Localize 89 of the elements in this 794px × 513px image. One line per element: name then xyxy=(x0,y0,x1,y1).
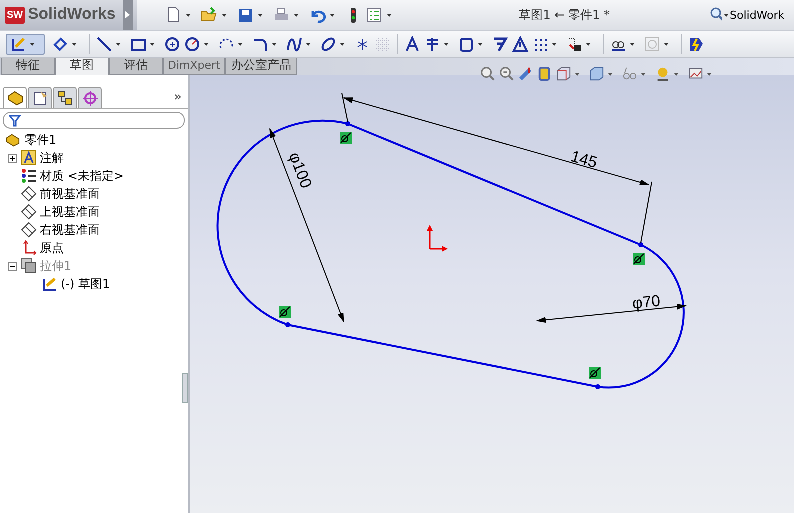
menu-expand-button[interactable] xyxy=(122,0,133,30)
tree-item[interactable]: 材质 <未指定> xyxy=(40,168,124,184)
window-title: 草图1 ← 零件1 * xyxy=(519,6,610,24)
sketch-icon xyxy=(10,36,27,52)
dropdown-caret-icon[interactable] xyxy=(72,42,77,46)
dropdown-caret-icon[interactable] xyxy=(186,14,191,16)
dropdown-caret-icon xyxy=(30,42,35,46)
plane-icon xyxy=(21,204,37,220)
expand-toggle[interactable] xyxy=(8,154,16,162)
tree-item[interactable]: (-) 草图1 xyxy=(61,276,110,292)
feature-tree-icon xyxy=(6,90,24,106)
extrude-icon xyxy=(21,258,37,274)
material-icon xyxy=(21,168,37,184)
warning-icon[interactable] xyxy=(512,36,529,52)
tree-item[interactable]: 上视基准面 xyxy=(40,204,100,220)
dropdown-caret-icon[interactable] xyxy=(204,42,209,46)
app-name: SolidWorks xyxy=(28,6,116,24)
dropdown-caret-icon[interactable] xyxy=(478,42,483,46)
zoom-area-icon[interactable] xyxy=(499,66,515,82)
line-icon[interactable] xyxy=(96,36,113,52)
circle-icon[interactable] xyxy=(184,36,201,52)
tree-item[interactable]: 拉伸1 xyxy=(40,258,72,274)
dimension-label[interactable]: φ70 xyxy=(632,293,662,313)
command-tab[interactable]: 评估 xyxy=(109,58,163,75)
dropdown-caret-icon[interactable] xyxy=(630,42,635,46)
dropdown-caret-icon[interactable] xyxy=(150,42,155,46)
filter-icon xyxy=(9,114,21,126)
tangent-relation-icon xyxy=(340,132,352,144)
lights-icon[interactable] xyxy=(655,66,671,82)
dropdown-caret-icon[interactable] xyxy=(552,42,557,46)
tangent-relation-icon xyxy=(589,367,601,379)
tangent-relation-icon xyxy=(279,306,291,318)
configuration-icon xyxy=(56,90,74,106)
save-icon[interactable] xyxy=(236,6,254,24)
command-tab[interactable]: 草图 xyxy=(55,58,109,75)
dropdown-caret-icon[interactable] xyxy=(586,42,591,46)
plane-icon xyxy=(21,222,37,238)
plane-icon xyxy=(21,186,37,202)
dropdown-caret-icon[interactable] xyxy=(724,14,728,16)
ellipse-icon[interactable] xyxy=(320,36,337,52)
dimension-label[interactable]: φ100 xyxy=(285,150,314,192)
filter-field[interactable] xyxy=(3,112,185,129)
dropdown-caret-icon[interactable] xyxy=(238,42,243,46)
configuration-tab[interactable] xyxy=(53,87,77,108)
glasses-icon[interactable] xyxy=(622,66,638,82)
spline-icon[interactable] xyxy=(286,36,303,52)
dropdown-caret-icon[interactable] xyxy=(664,42,669,46)
dropdown-caret-icon[interactable] xyxy=(258,14,263,16)
crosshair-tab[interactable] xyxy=(78,87,102,108)
part-icon xyxy=(4,132,21,148)
view-orientation-icon[interactable] xyxy=(556,66,572,82)
annotation-icon xyxy=(21,150,37,166)
command-tab[interactable]: 办公室产品 xyxy=(225,58,298,75)
logo-badge: SW xyxy=(5,6,26,24)
dropdown-caret-icon[interactable] xyxy=(306,42,311,46)
command-tab[interactable]: 特征 xyxy=(1,58,55,75)
quick-snap-icon[interactable] xyxy=(688,36,705,52)
dropdown-caret-icon[interactable] xyxy=(222,14,227,16)
tree-item[interactable]: 前视基准面 xyxy=(40,186,100,202)
triangle-icon xyxy=(125,11,130,19)
text-icon[interactable] xyxy=(404,36,421,52)
dropdown-caret-icon[interactable] xyxy=(272,42,277,46)
dropdown-caret-icon[interactable] xyxy=(340,42,345,46)
expand-toggle[interactable] xyxy=(8,262,16,270)
dropdown-caret-icon[interactable] xyxy=(116,42,121,46)
display-style-icon[interactable] xyxy=(589,66,605,82)
dimension-label[interactable]: 145 xyxy=(568,148,600,172)
feature-tree-tab[interactable] xyxy=(3,87,27,108)
origin-icon xyxy=(427,225,448,252)
more-tabs-button[interactable]: » xyxy=(174,90,182,104)
tree-item[interactable]: 原点 xyxy=(40,240,64,256)
sketch-icon xyxy=(42,276,58,292)
options-icon[interactable] xyxy=(366,6,383,24)
tangent-relation-icon xyxy=(633,253,645,265)
tree-item[interactable]: 零件1 xyxy=(25,132,57,148)
command-tab[interactable]: DimXpert xyxy=(163,58,226,75)
dropdown-caret-icon[interactable] xyxy=(444,42,449,46)
dropdown-caret-icon[interactable] xyxy=(294,14,299,16)
search-field[interactable]: SolidWork xyxy=(710,7,794,23)
origin-icon xyxy=(21,240,37,256)
search-icon xyxy=(710,7,722,23)
dropdown-caret-icon[interactable] xyxy=(330,14,335,16)
zoom-fit-icon[interactable] xyxy=(480,66,496,82)
tree-item[interactable]: 右视基准面 xyxy=(40,222,100,238)
crosshair-icon xyxy=(82,90,98,106)
panel-collapse-handle[interactable] xyxy=(182,373,188,403)
sketch-button[interactable] xyxy=(6,34,45,54)
dropdown-caret-icon[interactable] xyxy=(386,14,392,16)
tree-item[interactable]: 注解 xyxy=(40,150,64,166)
